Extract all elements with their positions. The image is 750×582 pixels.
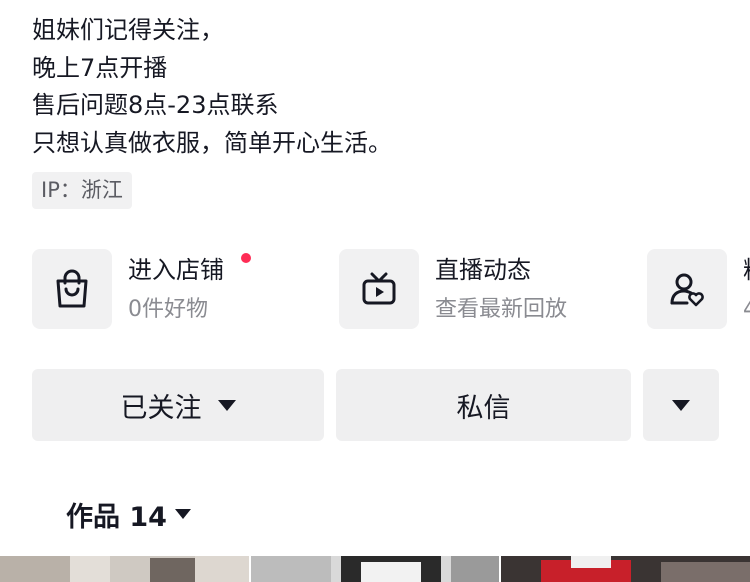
shortcut-live[interactable]: 直播动态 查看最新回放 <box>339 249 599 329</box>
thumbnail-image <box>0 556 249 582</box>
shortcut-store[interactable]: 进入店铺 0件好物 <box>32 249 292 329</box>
store-icon-box <box>32 249 112 329</box>
live-tv-icon <box>362 272 396 305</box>
notification-dot <box>241 253 251 263</box>
tab-works[interactable]: 作品 14 <box>66 494 191 534</box>
shortcut-fans-subtitle: 4 <box>743 294 750 326</box>
thumbnail-image <box>251 556 499 582</box>
caret-down-icon <box>174 509 191 519</box>
following-button-label: 已关注 <box>120 392 202 424</box>
profile-bio: 姐妹们记得关注， 晚上7点开播 售后问题8点-23点联系 只想认真做衣服，简单开… <box>32 12 392 162</box>
shortcut-fans[interactable]: 粉 4 <box>647 249 750 329</box>
more-options-button[interactable] <box>643 369 719 441</box>
shortcut-store-subtitle: 0件好物 <box>128 297 208 322</box>
fans-icon-box <box>647 249 727 329</box>
caret-down-icon <box>672 399 690 411</box>
shortcut-store-title: 进入店铺 <box>128 256 224 284</box>
video-thumbnail[interactable] <box>251 556 499 582</box>
bio-line: 晚上7点开播 <box>32 53 168 82</box>
shortcut-fans-title: 粉 <box>743 253 750 287</box>
following-button[interactable]: 已关注 <box>32 369 324 441</box>
shortcut-live-subtitle: 查看最新回放 <box>435 297 568 322</box>
thumbnail-image <box>501 556 750 582</box>
video-thumbnail[interactable] <box>501 556 750 582</box>
shopping-bag-icon <box>56 269 88 308</box>
ip-location-tag: IP：浙江 <box>32 172 132 209</box>
live-icon-box <box>339 249 419 329</box>
bio-line: 只想认真做衣服，简单开心生活。 <box>32 128 392 157</box>
message-button[interactable]: 私信 <box>336 369 631 441</box>
shortcut-live-title: 直播动态 <box>435 256 531 284</box>
profile-page: 姐妹们记得关注， 晚上7点开播 售后问题8点-23点联系 只想认真做衣服，简单开… <box>0 0 750 582</box>
tab-works-label: 作品 14 <box>66 501 167 533</box>
bio-line: 姐妹们记得关注， <box>32 16 224 44</box>
message-button-label: 私信 <box>456 392 511 424</box>
bio-line: 售后问题8点-23点联系 <box>32 91 279 119</box>
caret-down-icon <box>217 399 236 411</box>
user-heart-icon <box>670 273 704 307</box>
video-thumbnail[interactable] <box>0 556 249 582</box>
